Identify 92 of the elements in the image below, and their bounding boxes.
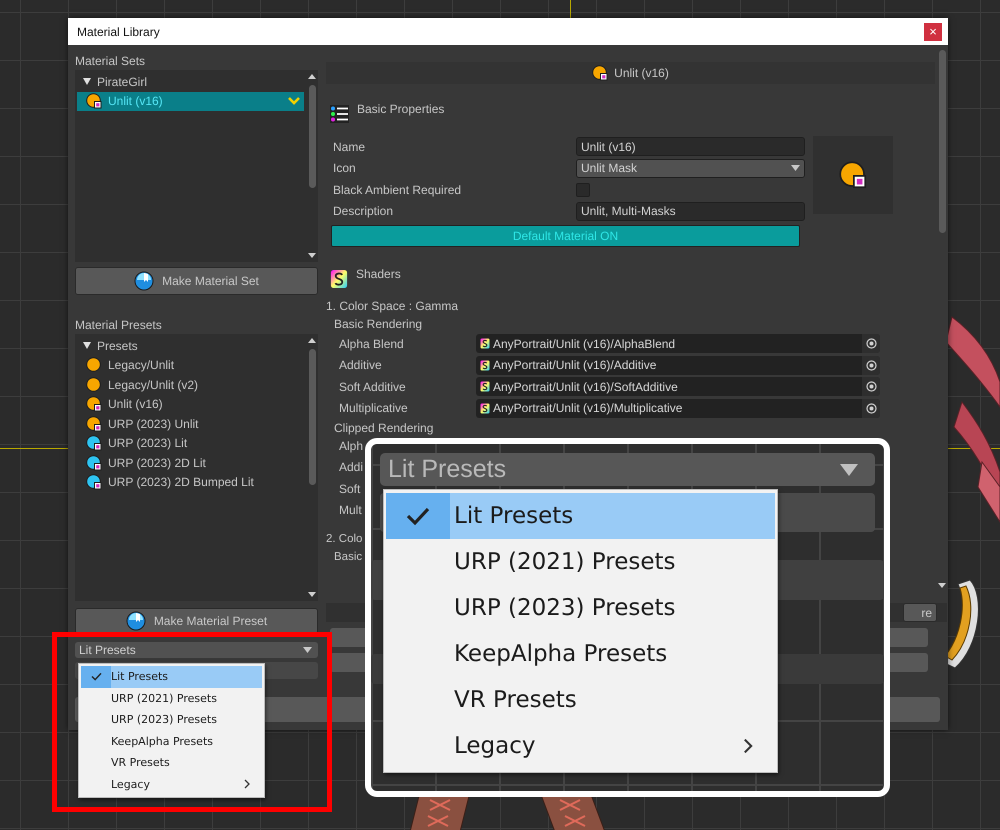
menu-item[interactable]: URP (2021) Presets	[81, 688, 262, 709]
picker-button[interactable]	[862, 356, 880, 375]
shader-label: Soft Additive	[339, 380, 407, 394]
picker-button[interactable]	[862, 334, 880, 354]
tree-item[interactable]: URP (2023) Lit	[77, 434, 304, 453]
section-label: Material Sets	[75, 53, 146, 70]
shader-icon	[480, 402, 490, 414]
check-icon	[406, 506, 430, 526]
shader-label: Addi	[339, 460, 364, 474]
section-heading: Shaders	[356, 267, 401, 281]
picker-button[interactable]	[862, 377, 880, 396]
window-title: Material Library	[77, 24, 161, 38]
menu-item[interactable]: Legacy	[386, 723, 775, 769]
material-icon	[86, 474, 102, 490]
chevron-down-icon	[288, 97, 300, 106]
icon-dropdown[interactable]: Unlit Mask	[576, 158, 805, 178]
group-title: Basic	[333, 550, 362, 565]
shader-field[interactable]: AnyPortrait/Unlit (v16)/SoftAdditive	[476, 377, 880, 396]
picker-button[interactable]	[862, 398, 880, 418]
tree-item[interactable]: Legacy/Unlit (v2)	[77, 375, 304, 394]
color-space-label: 2. Colo	[326, 532, 362, 547]
color-space-label: 1. Color Space : Gamma	[326, 299, 458, 315]
tree-item[interactable]: URP (2023) 2D Lit	[77, 453, 304, 472]
field-label: Description	[333, 204, 394, 218]
circle-icon	[86, 376, 102, 393]
make-material-set-button[interactable]: Make Material Set	[75, 267, 318, 295]
field-label: Black Ambient Required	[333, 182, 462, 197]
shader-icon	[480, 338, 490, 350]
group-title: Basic Rendering	[333, 316, 422, 333]
expand-triangle-icon[interactable]	[83, 342, 91, 350]
tree-item[interactable]: URP (2023) Unlit	[77, 414, 304, 434]
target-icon	[866, 338, 876, 350]
tree-item[interactable]: PirateGirl	[77, 72, 304, 92]
shader-icon	[480, 360, 490, 371]
menu-item[interactable]: Legacy	[81, 774, 262, 795]
target-icon	[866, 381, 876, 392]
menu-item[interactable]: Lit Presets	[81, 666, 262, 688]
list-icon	[330, 105, 349, 123]
caret-icon	[791, 165, 800, 172]
preset-dropdown[interactable]: Lit Presets	[380, 453, 875, 486]
check-icon	[90, 672, 102, 682]
preset-dropdown[interactable]: Lit Presets	[75, 642, 318, 658]
menu-item[interactable]: URP (2023) Presets	[81, 709, 262, 730]
menu-item[interactable]: URP (2021) Presets	[386, 539, 775, 585]
menu-item[interactable]: VR Presets	[386, 677, 775, 723]
caret-icon	[303, 647, 312, 653]
material-icon	[839, 161, 867, 189]
material-icon	[86, 416, 102, 432]
expand-triangle-icon[interactable]	[83, 78, 91, 86]
make-material-preset-button[interactable]: Make Material Preset	[75, 608, 318, 634]
menu-item[interactable]: KeepAlpha Presets	[81, 730, 262, 752]
shader-label: Alpha Blend	[339, 336, 405, 351]
shader-field[interactable]: AnyPortrait/Unlit (v16)/Additive	[476, 356, 880, 375]
shader-label: Multiplicative	[339, 401, 409, 416]
group-title: Clipped Rendering	[333, 421, 434, 435]
tree-item[interactable]: Presets	[77, 336, 304, 356]
tree-item[interactable]: Unlit (v16)	[77, 394, 304, 414]
section-label: Material Presets	[75, 317, 163, 334]
partial-button[interactable]: re	[903, 603, 937, 622]
material-icon	[86, 454, 102, 471]
target-icon	[866, 402, 876, 414]
sphere-icon	[134, 271, 154, 291]
menu-item[interactable]: Lit Presets	[386, 493, 775, 539]
material-icon	[86, 93, 102, 110]
menu-item[interactable]: KeepAlpha Presets	[386, 631, 775, 677]
tree-item[interactable]: Legacy/Unlit	[77, 356, 304, 375]
shader-label: Soft	[339, 482, 360, 496]
material-icon	[86, 435, 102, 452]
text-field[interactable]: Unlit, Multi-Masks	[576, 202, 805, 221]
field-label: Icon	[333, 161, 357, 176]
caret-icon	[839, 464, 859, 476]
close-button[interactable]: ×	[924, 22, 942, 40]
shader-label: Mult	[339, 503, 362, 518]
menu-item[interactable]: URP (2023) Presets	[386, 585, 775, 631]
field-label: Name	[333, 140, 366, 154]
shader-label: Alph	[339, 438, 364, 453]
shader-field[interactable]: AnyPortrait/Unlit (v16)/Multiplicative	[476, 398, 880, 418]
sphere-icon	[126, 611, 146, 631]
circle-icon	[86, 357, 102, 374]
material-header: Unlit (v16)	[326, 62, 935, 84]
shader-icon	[330, 269, 348, 289]
tree-item[interactable]: URP (2023) 2D Bumped Lit	[77, 472, 304, 492]
target-icon	[866, 360, 876, 371]
shader-icon	[480, 381, 490, 392]
material-icon	[592, 65, 608, 81]
shader-label: Additive	[339, 358, 383, 372]
shader-field[interactable]: AnyPortrait/Unlit (v16)/AlphaBlend	[476, 334, 880, 354]
menu-item[interactable]: VR Presets	[81, 752, 262, 774]
text-field[interactable]: Unlit (v16)	[576, 137, 805, 156]
checkbox[interactable]	[576, 182, 590, 197]
section-heading: Basic Properties	[357, 102, 444, 116]
material-icon	[86, 396, 102, 412]
